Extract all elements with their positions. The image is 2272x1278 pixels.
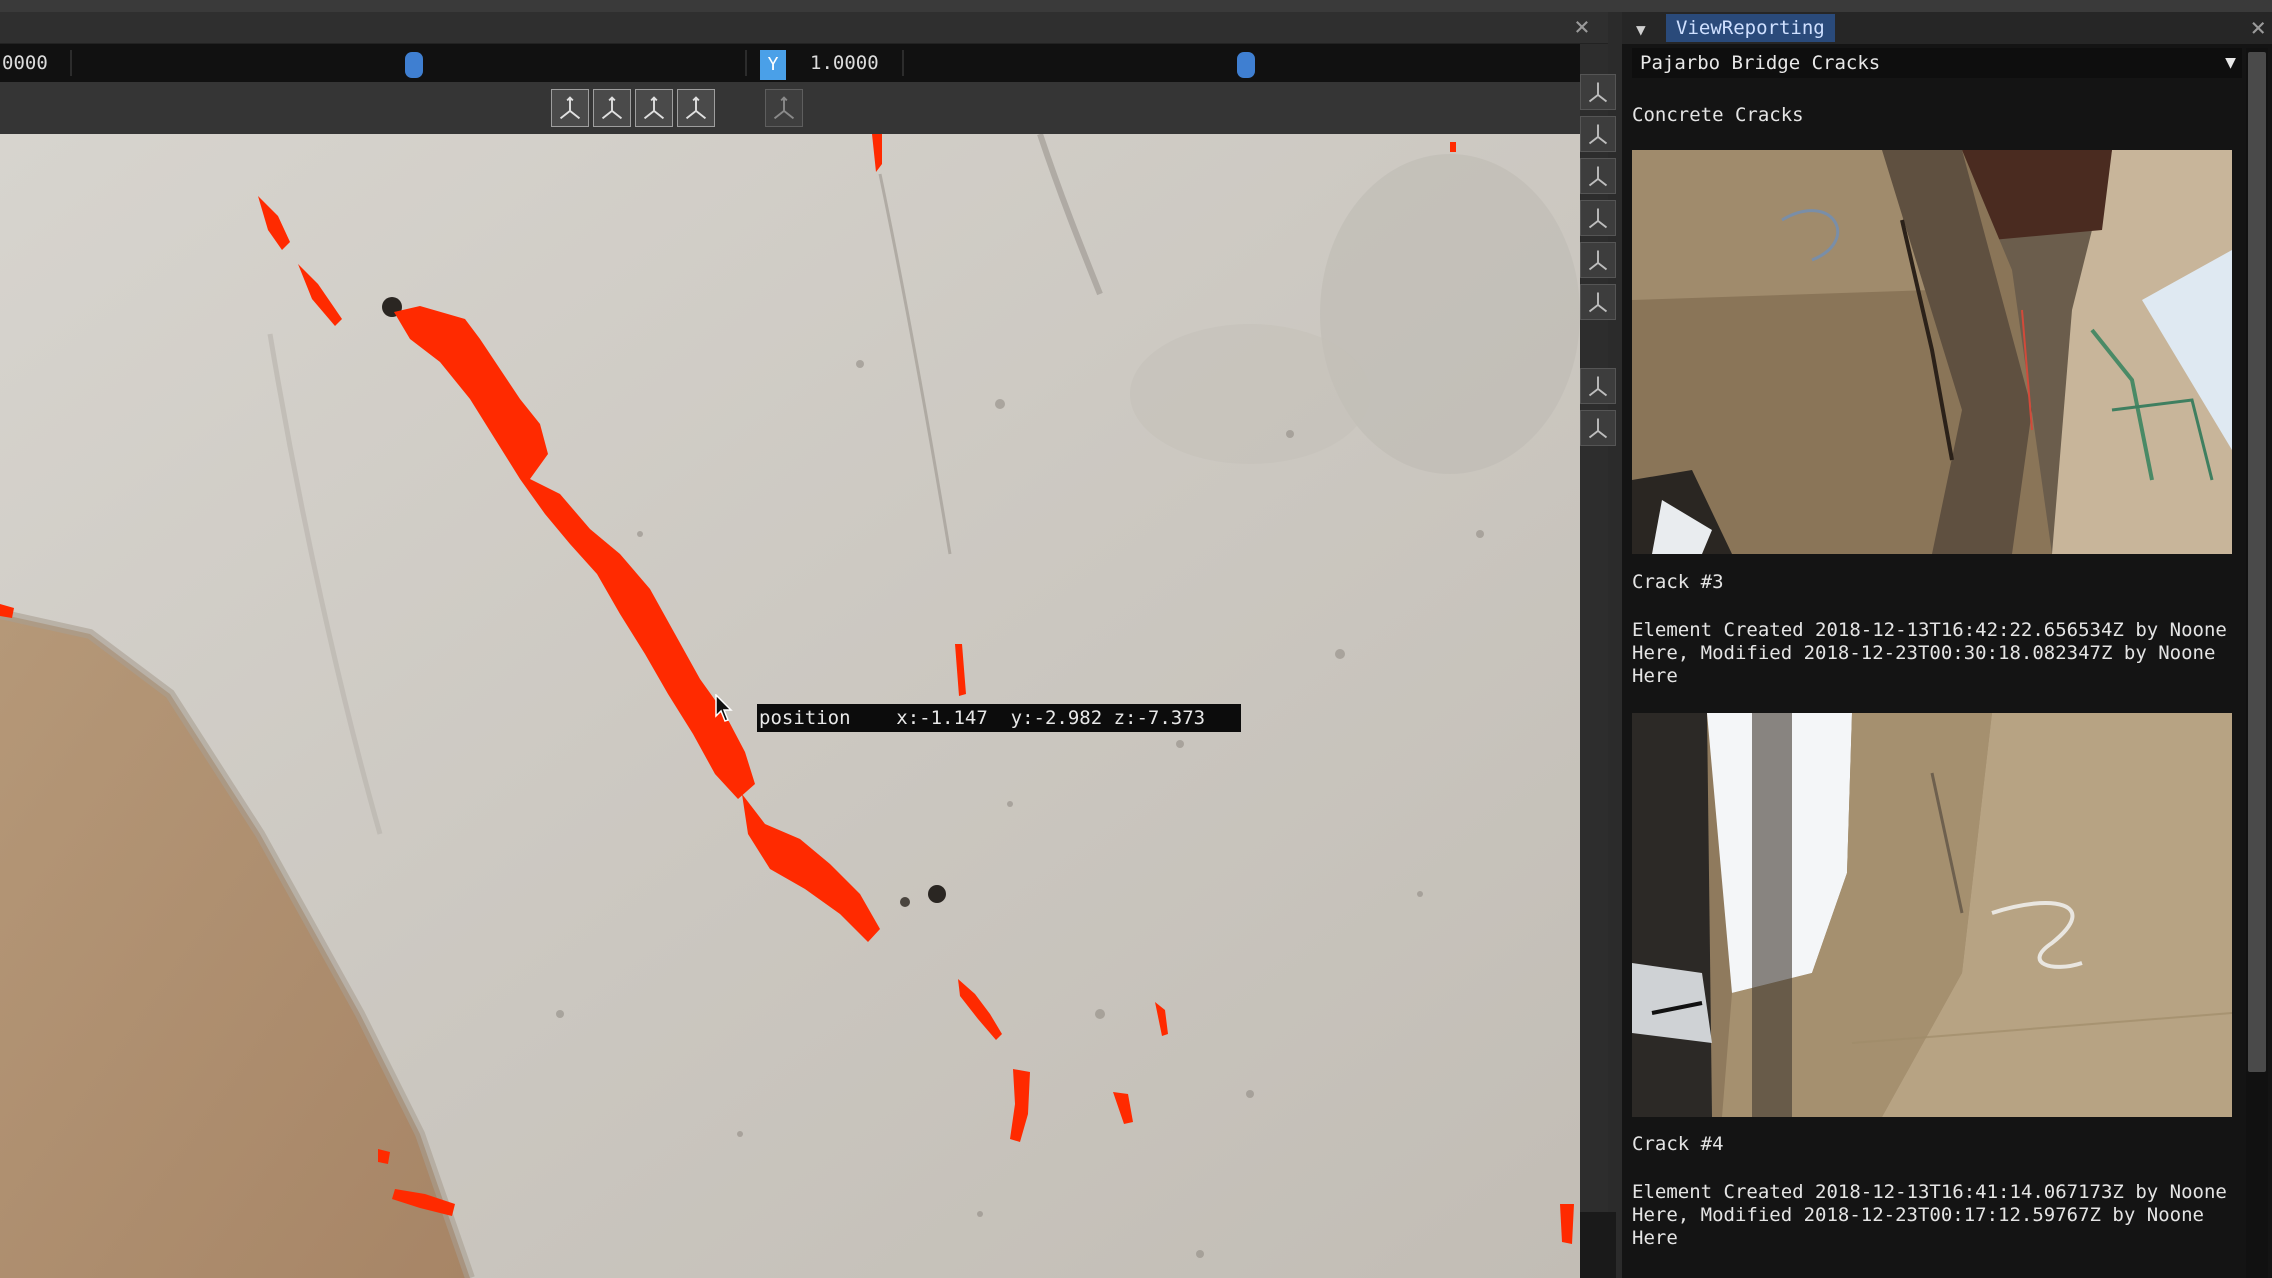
axis-gizmo-icon <box>1588 250 1608 271</box>
x-slider-thumb[interactable] <box>405 52 423 78</box>
axis-gizmo-icon <box>1588 208 1608 229</box>
bridge-underside-photo <box>1632 150 2232 554</box>
axis-gizmo-button[interactable] <box>635 89 673 127</box>
dataset-dropdown[interactable]: Pajarbo Bridge Cracks ▼ <box>1632 48 2242 78</box>
panel-close-icon[interactable]: × <box>2250 14 2266 42</box>
bridge-pier-photo <box>1632 713 2232 1117</box>
crack-photo[interactable] <box>1632 713 2232 1117</box>
axis-gizmo-icon <box>1588 418 1608 439</box>
crack-3-description: Element Created 2018-12-13T16:42:22.6565… <box>1632 619 2239 687</box>
axis-gizmo-icon <box>773 96 795 120</box>
slider-divider <box>70 50 72 76</box>
y-axis-label[interactable]: Y <box>760 50 786 80</box>
view-preset-button[interactable] <box>1580 368 1616 404</box>
axis-gizmo-icon <box>1588 124 1608 145</box>
crack-photo[interactable] <box>1632 150 2232 554</box>
view-preset-button[interactable] <box>1580 242 1616 278</box>
view-preset-button[interactable] <box>1580 284 1616 320</box>
viewport-window: × 0000 Y 1.0000 position x:-1.147 y:-2.9… <box>0 12 1616 1278</box>
axis-gizmo-button[interactable] <box>551 89 589 127</box>
panel-title-bar: ▼ ViewReporting × <box>1622 12 2272 44</box>
x-axis-value[interactable]: 0000 <box>2 44 48 82</box>
top-strip <box>0 0 2272 12</box>
axis-gizmo-button[interactable] <box>677 89 715 127</box>
dataset-dropdown-value: Pajarbo Bridge Cracks <box>1640 52 1881 74</box>
collapse-triangle-icon[interactable]: ▼ <box>1636 20 1646 39</box>
axis-slider-row: 0000 Y 1.0000 <box>0 44 1580 82</box>
mouse-cursor-icon <box>715 694 733 722</box>
axis-gizmo-icon <box>1588 82 1608 103</box>
y-slider-thumb[interactable] <box>1237 52 1255 78</box>
view-side-toolbar <box>1580 44 1616 1278</box>
3d-scene-canvas[interactable]: position x:-1.147 y:-2.982 z:-7.373 <box>0 134 1580 1278</box>
axis-gizmo-icon <box>1588 292 1608 313</box>
viewport-title-bar: × <box>0 12 1608 44</box>
view-preset-button[interactable] <box>1580 158 1616 194</box>
axis-gizmo-icon <box>559 96 581 120</box>
slider-divider <box>902 50 904 76</box>
view-preset-button[interactable] <box>1580 200 1616 236</box>
viewport-close-icon[interactable]: × <box>1570 14 1594 40</box>
category-label: Concrete Cracks <box>1632 104 1804 126</box>
panel-scrollbar[interactable] <box>2246 48 2268 1278</box>
view-preset-button[interactable] <box>1580 116 1616 152</box>
crack-4-description: Element Created 2018-12-13T16:41:14.0671… <box>1632 1181 2239 1249</box>
panel-tab[interactable]: ViewReporting <box>1666 14 1835 42</box>
axis-gizmo-icon <box>601 96 623 120</box>
viewport-scroll-region[interactable] <box>1580 1212 1616 1278</box>
view-preset-button[interactable] <box>1580 410 1616 446</box>
axis-gizmo-button[interactable] <box>593 89 631 127</box>
dropdown-arrow-icon[interactable]: ▼ <box>2225 48 2236 78</box>
slider-divider <box>745 50 747 76</box>
view-preset-button[interactable] <box>1580 74 1616 110</box>
axis-gizmo-icon <box>685 96 707 120</box>
position-tooltip: position x:-1.147 y:-2.982 z:-7.373 <box>757 704 1241 732</box>
crack-3-title[interactable]: Crack #3 <box>1632 571 2244 594</box>
axis-gizmo-icon <box>643 96 665 120</box>
axis-gizmo-icon <box>1588 166 1608 187</box>
gizmo-toolbar <box>0 82 1580 134</box>
panel-scroll-thumb[interactable] <box>2248 52 2266 1072</box>
axis-gizmo-button-disabled[interactable] <box>765 89 803 127</box>
view-reporting-panel: ▼ ViewReporting × Pajarbo Bridge Cracks … <box>1622 12 2272 1278</box>
axis-gizmo-icon <box>1588 376 1608 397</box>
y-axis-value[interactable]: 1.0000 <box>810 44 879 82</box>
crack-4-title[interactable]: Crack #4 <box>1632 1133 2244 1156</box>
